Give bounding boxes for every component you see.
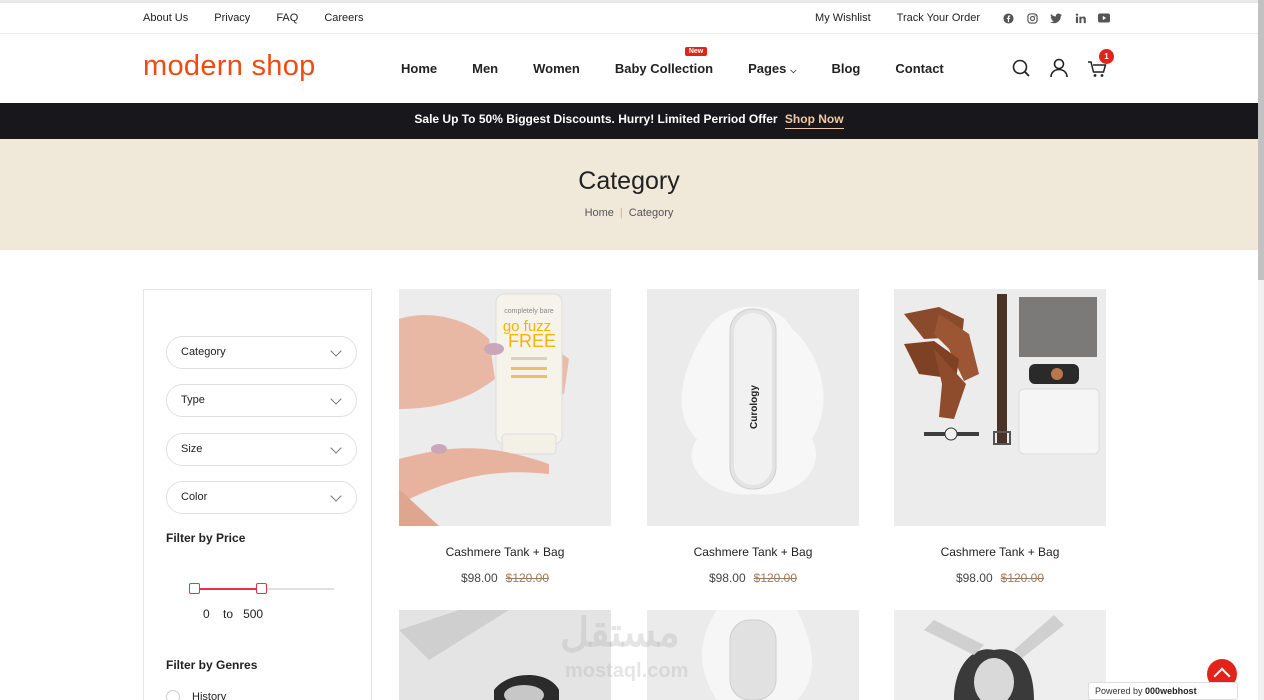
page-title: Category (578, 167, 680, 195)
search-icon[interactable] (1011, 57, 1031, 79)
type-select[interactable]: Type (166, 384, 357, 417)
promo-bar: Sale Up To 50% Biggest Discounts. Hurry!… (0, 103, 1258, 139)
product-card[interactable]: Curology Cashmere Tank + Bag $98.00 $120.… (647, 289, 859, 585)
product-prices: $98.00 $120.00 (894, 571, 1106, 585)
price-range-text: 0 to 500 (203, 607, 263, 621)
top-links: About Us Privacy FAQ Careers (143, 12, 389, 24)
nav-home[interactable]: Home (401, 61, 437, 76)
watermark-latin: mostaql.com (565, 660, 689, 682)
main-header: modern shop Home Men Women Baby Collecti… (0, 34, 1258, 103)
breadcrumb-home[interactable]: Home (585, 207, 614, 219)
faq-link[interactable]: FAQ (276, 12, 298, 24)
product-prices: $98.00 $120.00 (399, 571, 611, 585)
breadcrumb-separator: | (619, 207, 623, 219)
site-logo[interactable]: modern shop (143, 50, 316, 83)
product-name[interactable]: Cashmere Tank + Bag (647, 545, 859, 559)
chevron-down-icon (330, 442, 342, 454)
page-scrollbar[interactable] (1258, 0, 1264, 700)
size-select-label: Size (181, 443, 203, 455)
filter-genres-title: Filter by Genres (166, 658, 258, 672)
product-image[interactable]: Curology (647, 289, 859, 526)
color-select-label: Color (181, 491, 208, 503)
price-slider-max-handle[interactable] (256, 583, 267, 594)
main-nav: Home Men Women Baby Collection New Pages ⌵… (401, 47, 979, 76)
top-bar: About Us Privacy FAQ Careers My Wishlist… (0, 0, 1258, 34)
nav-baby-collection[interactable]: Baby Collection New (614, 47, 714, 76)
price-to-word: to (223, 607, 234, 621)
scrollbar-thumb[interactable] (1258, 0, 1264, 280)
nav-men[interactable]: Men (472, 61, 498, 76)
facebook-icon[interactable] (1002, 12, 1014, 24)
nav-baby-collection-label: Baby Collection (614, 61, 714, 76)
powered-prefix: Powered by (1095, 686, 1143, 696)
product-old-price: $120.00 (753, 571, 798, 585)
social-links (1002, 12, 1110, 24)
nav-pages-label: Pages (748, 61, 787, 76)
filter-sidebar: Category Type Size Color Filter by Price… (143, 289, 372, 700)
header-icons: 1 (1011, 49, 1114, 79)
chevron-down-icon (330, 490, 342, 502)
cart-count-badge: 1 (1099, 49, 1114, 64)
category-select-label: Category (181, 346, 226, 358)
promo-text: Sale Up To 50% Biggest Discounts. Hurry!… (414, 112, 778, 126)
product-old-price: $120.00 (505, 571, 550, 585)
tube-brand-text: completely bare (504, 308, 554, 315)
price-to: 500 (243, 607, 264, 621)
filter-price-title: Filter by Price (166, 531, 246, 545)
chevron-down-icon (330, 393, 342, 405)
size-select[interactable]: Size (166, 433, 357, 466)
genre-history-label: History (192, 691, 227, 700)
youtube-icon[interactable] (1098, 12, 1110, 24)
powered-brand: 000webhost (1145, 686, 1197, 696)
careers-link[interactable]: Careers (324, 12, 363, 24)
wishlist-link[interactable]: My Wishlist (815, 12, 871, 24)
chevron-down-icon: ⌵ (790, 66, 797, 75)
nav-blog[interactable]: Blog (831, 61, 860, 76)
product-card[interactable]: Cashmere Tank + Bag $98.00 $120.00 (894, 289, 1106, 585)
type-select-label: Type (181, 394, 205, 406)
linkedin-icon[interactable] (1074, 12, 1086, 24)
shop-now-link[interactable]: Shop Now (784, 112, 844, 129)
product-card[interactable]: completely bare go fuzz FREE Cashmere Ta… (399, 289, 611, 585)
instagram-icon[interactable] (1026, 12, 1038, 24)
page-hero: Category Home | Category (0, 139, 1258, 250)
new-badge: New (684, 47, 708, 56)
breadcrumb: Home | Category (0, 207, 1258, 219)
tube-line2-text: FREE (508, 331, 556, 351)
product-image[interactable]: completely bare go fuzz FREE (399, 289, 611, 526)
powered-by-badge[interactable]: Powered by 000webhost (1088, 682, 1238, 700)
color-select[interactable]: Color (166, 481, 357, 514)
product-price: $98.00 (955, 571, 993, 585)
price-from: 0 (203, 607, 210, 621)
about-us-link[interactable]: About Us (143, 12, 188, 24)
cart-icon[interactable]: 1 (1087, 49, 1114, 79)
price-slider-range (194, 588, 261, 590)
product-price: $98.00 (460, 571, 498, 585)
product-price: $98.00 (708, 571, 746, 585)
product-name[interactable]: Cashmere Tank + Bag (399, 545, 611, 559)
chevron-down-icon (330, 345, 342, 357)
category-select[interactable]: Category (166, 336, 357, 369)
product-card[interactable] (894, 610, 1106, 700)
breadcrumb-current: Category (628, 207, 674, 219)
top-right: My Wishlist Track Your Order (815, 12, 1110, 24)
nav-women[interactable]: Women (533, 61, 580, 76)
user-icon[interactable] (1049, 57, 1069, 79)
track-order-link[interactable]: Track Your Order (897, 12, 980, 24)
product-prices: $98.00 $120.00 (647, 571, 859, 585)
watermark-arabic: مستقل (560, 611, 680, 655)
product-name[interactable]: Cashmere Tank + Bag (894, 545, 1106, 559)
price-slider-min-handle[interactable] (189, 583, 200, 594)
twitter-icon[interactable] (1050, 12, 1062, 24)
privacy-link[interactable]: Privacy (214, 12, 250, 24)
product-old-price: $120.00 (1000, 571, 1045, 585)
bottle-brand-text: Curology (749, 385, 760, 429)
product-image[interactable] (894, 289, 1106, 526)
genre-history-radio[interactable] (166, 690, 180, 700)
nav-pages[interactable]: Pages ⌵ (748, 61, 796, 76)
nav-contact[interactable]: Contact (895, 61, 943, 76)
product-image[interactable] (894, 610, 1106, 700)
